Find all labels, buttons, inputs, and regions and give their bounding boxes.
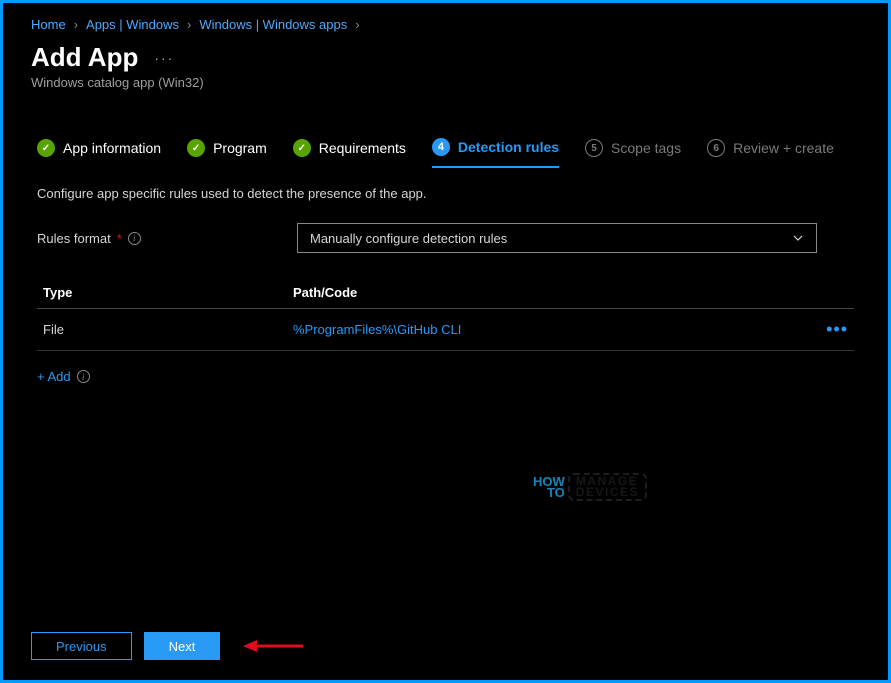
add-label: + Add bbox=[37, 369, 71, 384]
required-asterisk: * bbox=[117, 231, 122, 246]
breadcrumb: Home › Apps | Windows › Windows | Window… bbox=[3, 3, 888, 40]
chevron-down-icon bbox=[792, 232, 804, 244]
cell-path[interactable]: %ProgramFiles%\GitHub CLI bbox=[293, 322, 814, 337]
rules-format-dropdown[interactable]: Manually configure detection rules bbox=[297, 223, 817, 253]
step-number-icon: 6 bbox=[707, 139, 725, 157]
step-program[interactable]: ✓ Program bbox=[187, 139, 267, 167]
step-review-create[interactable]: 6 Review + create bbox=[707, 139, 834, 167]
rules-format-row: Rules format * i Manually configure dete… bbox=[3, 201, 888, 253]
more-icon[interactable]: ··· bbox=[154, 50, 174, 66]
previous-button[interactable]: Previous bbox=[31, 632, 132, 660]
info-icon[interactable]: i bbox=[77, 370, 90, 383]
breadcrumb-home[interactable]: Home bbox=[31, 17, 66, 32]
check-icon: ✓ bbox=[187, 139, 205, 157]
detection-rules-table: Type Path/Code File %ProgramFiles%\GitHu… bbox=[37, 277, 854, 351]
step-requirements[interactable]: ✓ Requirements bbox=[293, 139, 406, 167]
header-type: Type bbox=[37, 285, 293, 300]
header-path: Path/Code bbox=[293, 285, 814, 300]
page-subtitle: Windows catalog app (Win32) bbox=[31, 75, 860, 90]
chevron-right-icon: › bbox=[187, 17, 191, 32]
check-icon: ✓ bbox=[293, 139, 311, 157]
watermark: HOW TO MANAGE DEVICES bbox=[533, 473, 647, 501]
table-header: Type Path/Code bbox=[37, 277, 854, 309]
chevron-right-icon: › bbox=[355, 17, 359, 32]
wizard-steps: ✓ App information ✓ Program ✓ Requiremen… bbox=[3, 98, 888, 168]
step-detection-rules[interactable]: 4 Detection rules bbox=[432, 138, 559, 168]
breadcrumb-apps-windows[interactable]: Apps | Windows bbox=[86, 17, 179, 32]
step-description: Configure app specific rules used to det… bbox=[3, 168, 888, 201]
row-menu-icon[interactable]: ••• bbox=[814, 319, 854, 340]
watermark-devices: DEVICES bbox=[576, 487, 639, 498]
info-icon[interactable]: i bbox=[128, 232, 141, 245]
step-label: App information bbox=[63, 140, 161, 156]
chevron-right-icon: › bbox=[74, 17, 78, 32]
step-app-information[interactable]: ✓ App information bbox=[37, 139, 161, 167]
table-row[interactable]: File %ProgramFiles%\GitHub CLI ••• bbox=[37, 309, 854, 351]
step-label: Scope tags bbox=[611, 140, 681, 156]
add-rule-link[interactable]: + Add i bbox=[3, 351, 888, 402]
cell-type: File bbox=[37, 322, 293, 337]
rules-format-label: Rules format * i bbox=[37, 231, 297, 246]
step-label: Program bbox=[213, 140, 267, 156]
step-label: Requirements bbox=[319, 140, 406, 156]
step-number-icon: 5 bbox=[585, 139, 603, 157]
step-label: Review + create bbox=[733, 140, 834, 156]
next-button[interactable]: Next bbox=[144, 632, 221, 660]
breadcrumb-windows-apps[interactable]: Windows | Windows apps bbox=[199, 17, 347, 32]
step-scope-tags[interactable]: 5 Scope tags bbox=[585, 139, 681, 167]
step-number-icon: 4 bbox=[432, 138, 450, 156]
annotation-arrow-icon bbox=[243, 636, 303, 656]
dropdown-value: Manually configure detection rules bbox=[310, 231, 507, 246]
step-label: Detection rules bbox=[458, 139, 559, 155]
label-text: Rules format bbox=[37, 231, 111, 246]
wizard-footer: Previous Next bbox=[31, 632, 220, 660]
watermark-to: TO bbox=[547, 487, 565, 498]
page-title: Add App bbox=[31, 42, 138, 73]
check-icon: ✓ bbox=[37, 139, 55, 157]
